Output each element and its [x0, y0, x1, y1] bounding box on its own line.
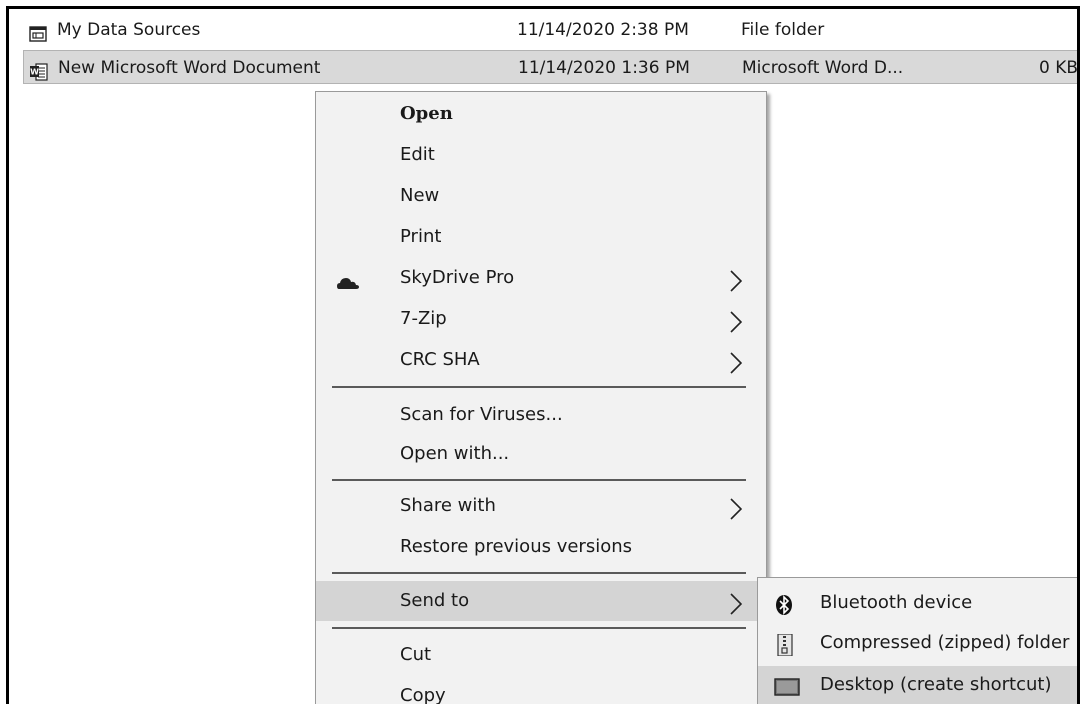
explorer-window: My Data Sources 11/14/2020 2:38 PM File …: [6, 6, 1080, 704]
menu-item-send-to[interactable]: Send to: [316, 581, 764, 621]
menu-item-cut[interactable]: Cut: [316, 635, 764, 675]
desktop-icon: [774, 674, 800, 696]
skydrive-cloud-icon: [336, 268, 360, 289]
menu-item-label: Restore previous versions: [400, 536, 633, 557]
menu-item-label: Share with: [400, 495, 496, 516]
send-to-submenu: Bluetooth device Compressed (zipped) fol…: [757, 577, 1077, 704]
submenu-item-label: Desktop (create shortcut): [820, 674, 1052, 695]
menu-item-label: Copy: [400, 685, 446, 704]
file-row-my-data-sources[interactable]: My Data Sources 11/14/2020 2:38 PM File …: [23, 13, 1077, 47]
menu-item-share-with[interactable]: Share with: [316, 486, 764, 526]
data-sources-folder-icon: [29, 21, 47, 42]
menu-item-label: Edit: [400, 144, 435, 165]
menu-item-label: 7-Zip: [400, 308, 447, 329]
menu-item-skydrive-pro[interactable]: SkyDrive Pro: [316, 258, 764, 298]
menu-item-open-with[interactable]: Open with...: [316, 434, 764, 474]
file-name: New Microsoft Word Document: [58, 58, 321, 78]
bluetooth-icon: [774, 592, 800, 615]
menu-item-label: Send to: [400, 590, 470, 611]
menu-item-open[interactable]: Open: [316, 94, 764, 134]
context-menu: Open Edit New Print SkyDrive Pro 7-Zip C…: [315, 91, 767, 704]
file-row-new-word-document[interactable]: W New Microsoft Word Document 11/14/2020…: [23, 50, 1078, 84]
file-date: 11/14/2020 2:38 PM: [517, 20, 689, 40]
word-document-icon: W: [30, 59, 48, 81]
file-size: 0 KB: [1038, 58, 1078, 78]
menu-item-crc-sha[interactable]: CRC SHA: [316, 340, 764, 380]
menu-item-print[interactable]: Print: [316, 217, 764, 257]
menu-item-scan-for-viruses[interactable]: Scan for Viruses...: [316, 395, 764, 435]
chevron-right-icon: [730, 267, 743, 292]
menu-item-label: Scan for Viruses...: [400, 404, 563, 425]
menu-item-label: CRC SHA: [400, 349, 480, 370]
menu-item-copy[interactable]: Copy: [316, 676, 764, 704]
menu-separator: [332, 572, 746, 574]
submenu-item-label: Compressed (zipped) folder: [820, 632, 1070, 653]
menu-separator: [332, 479, 746, 481]
chevron-right-icon: [730, 308, 743, 333]
submenu-item-bluetooth-device[interactable]: Bluetooth device: [758, 584, 1077, 622]
svg-text:W: W: [30, 68, 39, 77]
menu-item-label: Open: [400, 103, 453, 124]
submenu-item-compressed-folder[interactable]: Compressed (zipped) folder: [758, 624, 1077, 662]
file-type: File folder: [741, 20, 825, 40]
menu-item-label: SkyDrive Pro: [400, 267, 515, 288]
menu-item-label: Cut: [400, 644, 432, 665]
submenu-item-desktop-create-shortcut[interactable]: Desktop (create shortcut): [758, 666, 1077, 704]
file-name: My Data Sources: [57, 20, 201, 40]
menu-item-label: New: [400, 185, 440, 206]
chevron-right-icon: [730, 590, 743, 615]
zip-folder-icon: [774, 632, 800, 657]
chevron-right-icon: [730, 495, 743, 520]
menu-item-new[interactable]: New: [316, 176, 764, 216]
menu-separator: [332, 627, 746, 629]
submenu-item-label: Bluetooth device: [820, 592, 973, 613]
menu-item-label: Print: [400, 226, 442, 247]
menu-item-edit[interactable]: Edit: [316, 135, 764, 175]
file-date: 11/14/2020 1:36 PM: [518, 58, 690, 78]
menu-item-restore-previous-versions[interactable]: Restore previous versions: [316, 527, 764, 567]
chevron-right-icon: [730, 349, 743, 374]
menu-item-7zip[interactable]: 7-Zip: [316, 299, 764, 339]
menu-item-label: Open with...: [400, 443, 510, 464]
menu-separator: [332, 386, 746, 388]
file-type: Microsoft Word D...: [742, 58, 904, 78]
